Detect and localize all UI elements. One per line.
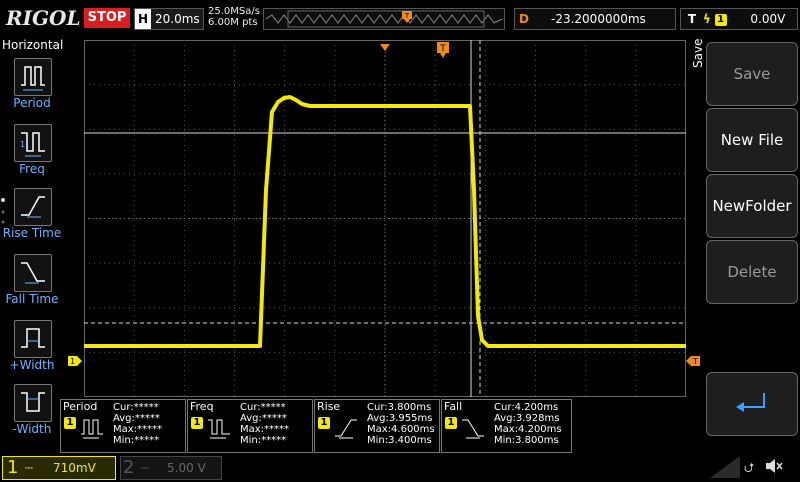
menu-item-positive-width[interactable]: +Width: [8, 320, 56, 372]
trigger-channel-badge: 1: [714, 13, 727, 26]
ch1-offset-marker-icon[interactable]: 1: [68, 351, 82, 370]
enter-icon: [736, 393, 765, 412]
meas-title: Freq: [190, 400, 214, 413]
menu-label-negative-width: -Width: [12, 422, 52, 436]
svg-text:1: 1: [70, 357, 75, 366]
menu-label-rise-time: Rise Time: [2, 226, 62, 240]
meas-title: Rise: [317, 400, 341, 413]
trigger-position-marker-icon: T: [402, 8, 412, 27]
trigger-time-marker-icon: [380, 37, 390, 56]
rise-time-icon: [14, 188, 52, 226]
meas-cur: Cur:*****: [113, 402, 159, 413]
run-stop-status[interactable]: STOP: [84, 8, 130, 28]
meas-avg: Avg:3.955ms: [367, 413, 433, 424]
trigger-level: 0.00V: [750, 12, 786, 26]
meas-min: Min:*****: [240, 435, 287, 446]
measurement-period[interactable]: Period 1 Cur:***** Avg:***** Max:***** M…: [60, 399, 186, 453]
meas-avg: Avg:3.928ms: [494, 413, 560, 424]
waveform-display[interactable]: [84, 40, 686, 397]
meas-channel-badge: 1: [64, 417, 76, 429]
meas-max: Max:*****: [240, 424, 290, 435]
new-file-button[interactable]: New File: [706, 108, 798, 172]
new-folder-button[interactable]: NewFolder: [706, 174, 798, 238]
meas-max: Max:*****: [113, 424, 163, 435]
menu-label-freq: Freq: [19, 162, 45, 176]
meas-cur: Cur:4.200ms: [494, 402, 559, 413]
channel-2-scale: 5.00 V: [167, 461, 206, 475]
meas-max: Max:4.200ms: [494, 424, 562, 435]
meas-title: Fall: [444, 400, 463, 413]
delete-button[interactable]: Delete: [706, 240, 798, 304]
menu-label-period: Period: [13, 96, 51, 110]
channel-1-number: 1: [7, 457, 19, 478]
negative-width-icon: [14, 384, 52, 422]
menu-item-fall-time[interactable]: Fall Time: [5, 254, 59, 306]
measurement-fall[interactable]: Fall 1 Cur:4.200ms Avg:3.928ms Max:4.200…: [441, 399, 572, 453]
meas-cur: Cur:*****: [240, 402, 286, 413]
horizontal-timebase[interactable]: H 20.0ms: [134, 8, 204, 30]
memory-overview: T: [263, 8, 505, 30]
dc-coupling-icon: ⎓: [25, 463, 33, 474]
positive-width-icon: [14, 320, 52, 358]
svg-text:T: T: [439, 44, 446, 54]
memory-depth: 6.00M pts: [208, 17, 258, 28]
freq-icon: 1: [14, 124, 52, 162]
menu-item-rise-time[interactable]: Rise Time: [3, 188, 61, 240]
meas-min: Min:3.400ms: [367, 435, 432, 446]
menu-label-positive-width: +Width: [9, 358, 55, 372]
rise-time-icon: [333, 414, 359, 445]
delay-value: -23.2000000ms: [551, 12, 646, 26]
meas-min: Min:*****: [113, 435, 160, 446]
channel-1-indicator[interactable]: 1 ⎓ 710mV: [2, 456, 116, 480]
rising-edge-icon: ϟ: [702, 12, 711, 26]
menu-item-period[interactable]: Period: [8, 58, 56, 110]
bottom-corner-decoration: [700, 456, 740, 478]
measurement-rise[interactable]: Rise 1 Cur:3.800ms Avg:3.955ms Max:4.600…: [314, 399, 440, 453]
horizontal-key: H: [135, 9, 151, 29]
meas-min: Min:3.800ms: [494, 435, 559, 446]
period-icon: [14, 58, 52, 96]
meas-avg: Avg:*****: [113, 413, 160, 424]
meas-avg: Avg:*****: [240, 413, 287, 424]
enter-button[interactable]: [706, 372, 798, 436]
meas-channel-badge: 1: [445, 417, 457, 429]
meas-title: Period: [63, 400, 98, 413]
meas-channel-badge: 1: [318, 417, 330, 429]
trigger-display[interactable]: T ϟ 1 0.00V: [680, 8, 798, 30]
brand-logo: RIGOL: [6, 6, 81, 30]
left-menu-title: Horizontal: [2, 38, 64, 52]
dc-coupling-icon: ⎓: [141, 463, 149, 474]
waveform-grid: [84, 40, 686, 397]
trigger-cursor-marker-icon: T: [437, 42, 449, 62]
memory-waveform-icon: [265, 10, 503, 28]
trigger-key: T: [687, 12, 697, 26]
channel-2-number: 2: [123, 457, 135, 478]
svg-text:T: T: [404, 12, 410, 20]
period-icon: [79, 414, 105, 445]
meas-cur: Cur:3.800ms: [367, 402, 432, 413]
usb-icon: ⮍: [744, 461, 755, 476]
right-menu-title: Save: [691, 38, 705, 68]
delay-display[interactable]: D -23.2000000ms: [514, 8, 676, 30]
meas-max: Max:4.600ms: [367, 424, 435, 435]
channel-1-scale: 710mV: [53, 461, 96, 475]
menu-item-freq[interactable]: 1 Freq: [8, 124, 56, 176]
sound-muted-icon[interactable]: [764, 456, 784, 480]
timebase-value: 20.0ms: [155, 12, 200, 26]
acquisition-info: 25.0MSa/s 6.00M pts: [208, 6, 260, 28]
svg-text:1: 1: [20, 140, 25, 149]
delay-key: D: [519, 12, 529, 26]
freq-icon: [206, 414, 232, 445]
menu-item-negative-width[interactable]: -Width: [8, 384, 56, 436]
measurement-freq[interactable]: Freq 1 Cur:***** Avg:***** Max:***** Min…: [187, 399, 313, 453]
fall-time-icon: [460, 414, 486, 445]
menu-label-fall-time: Fall Time: [5, 292, 59, 306]
meas-channel-badge: 1: [191, 417, 203, 429]
save-button[interactable]: Save: [706, 42, 798, 106]
channel-2-indicator[interactable]: 2 ⎓ 5.00 V: [120, 456, 222, 480]
sample-rate: 25.0MSa/s: [208, 6, 260, 17]
fall-time-icon: [14, 254, 52, 292]
right-menu-tab: Save: [688, 38, 706, 400]
